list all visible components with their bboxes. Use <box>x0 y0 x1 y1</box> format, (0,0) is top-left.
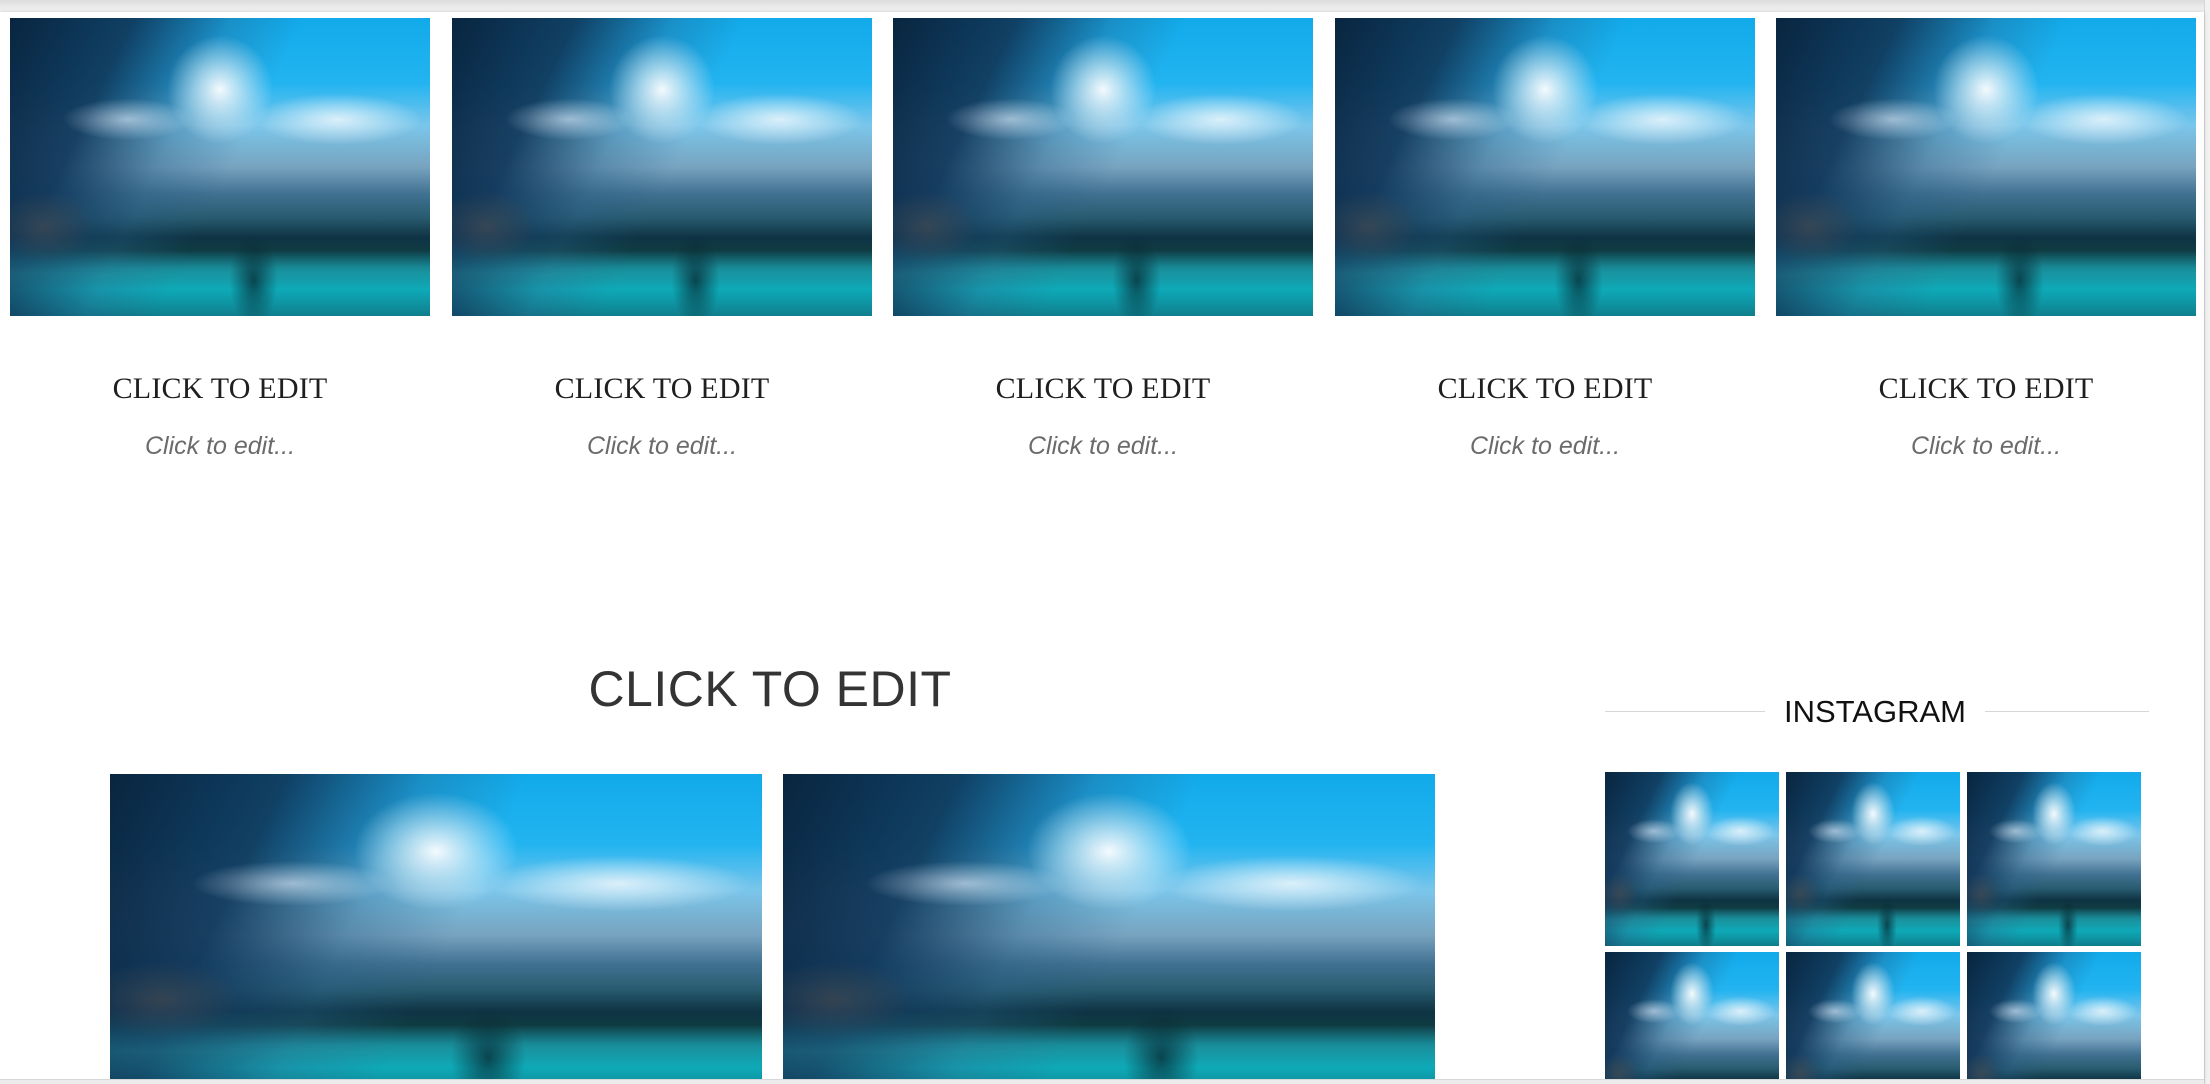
gallery-card-subtitle[interactable]: Click to edit... <box>452 432 872 461</box>
gallery-card-image[interactable] <box>893 18 1313 316</box>
gallery-card-title[interactable]: CLICK TO EDIT <box>452 372 872 406</box>
instagram-thumbnail[interactable] <box>1967 952 2141 1084</box>
instagram-thumbnail[interactable] <box>1786 952 1960 1084</box>
browser-top-edge <box>0 0 2204 12</box>
gallery-card[interactable]: CLICK TO EDIT Click to edit... <box>452 18 872 460</box>
instagram-thumbnail[interactable] <box>1605 772 1779 946</box>
gallery-card[interactable]: CLICK TO EDIT Click to edit... <box>1335 18 1755 460</box>
gallery-card-image[interactable] <box>10 18 430 316</box>
instagram-title[interactable]: INSTAGRAM <box>1765 694 1985 730</box>
gallery-card-subtitle[interactable]: Click to edit... <box>1335 432 1755 461</box>
instagram-thumbnail[interactable] <box>1605 952 1779 1084</box>
gallery-card-subtitle[interactable]: Click to edit... <box>1776 432 2196 461</box>
instagram-divider-right <box>1985 711 2149 712</box>
gallery-card-subtitle[interactable]: Click to edit... <box>10 432 430 461</box>
gallery-card-image[interactable] <box>1776 18 2196 316</box>
gallery-card-title[interactable]: CLICK TO EDIT <box>1776 372 2196 406</box>
gallery-card[interactable]: CLICK TO EDIT Click to edit... <box>1776 18 2196 460</box>
gallery-card-subtitle[interactable]: Click to edit... <box>893 432 1313 461</box>
gallery-card[interactable]: CLICK TO EDIT Click to edit... <box>10 18 430 460</box>
instagram-thumbnail[interactable] <box>1786 772 1960 946</box>
gallery-card-title[interactable]: CLICK TO EDIT <box>10 372 430 406</box>
browser-bottom-edge <box>0 1079 2204 1084</box>
gallery-card-image[interactable] <box>452 18 872 316</box>
gallery-card-image[interactable] <box>1335 18 1755 316</box>
main-section-image[interactable] <box>783 774 1435 1084</box>
gallery-card[interactable]: CLICK TO EDIT Click to edit... <box>893 18 1313 460</box>
main-section-image[interactable] <box>110 774 762 1084</box>
gallery-card-title[interactable]: CLICK TO EDIT <box>893 372 1313 406</box>
top-gallery: CLICK TO EDIT Click to edit... CLICK TO … <box>10 18 2204 460</box>
instagram-divider-left <box>1605 711 1765 712</box>
main-section-title[interactable]: CLICK TO EDIT <box>0 660 1540 718</box>
instagram-thumbnail[interactable] <box>1967 772 2141 946</box>
editable-page-canvas: CLICK TO EDIT Click to edit... CLICK TO … <box>0 12 2204 1084</box>
window-scrollbar-edge[interactable] <box>2204 0 2210 1084</box>
gallery-card-title[interactable]: CLICK TO EDIT <box>1335 372 1755 406</box>
